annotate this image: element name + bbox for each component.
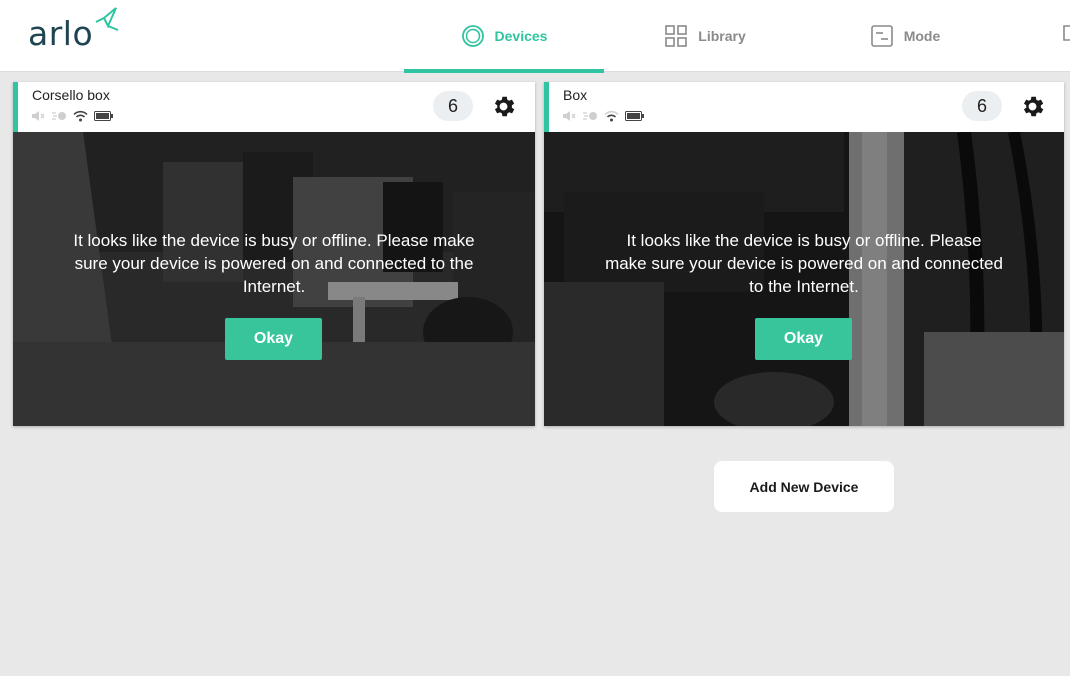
speaker-muted-icon	[32, 111, 45, 121]
battery-icon	[625, 111, 644, 121]
bird-logo-icon	[95, 7, 119, 31]
library-grid-icon	[665, 25, 688, 47]
tab-mode[interactable]: Mode	[850, 0, 960, 72]
settings-gear-icon[interactable]	[1019, 93, 1046, 120]
motion-icon	[52, 112, 66, 120]
wifi-icon	[604, 110, 619, 122]
okay-button[interactable]: Okay	[225, 318, 322, 360]
battery-icon	[94, 111, 113, 121]
camera-feed: It looks like the device is busy or offl…	[544, 132, 1064, 426]
offline-message: It looks like the device is busy or offl…	[73, 231, 475, 296]
device-count-badge[interactable]: 6	[433, 91, 473, 121]
device-card-header: Box 6	[544, 82, 1064, 132]
devices-icon	[461, 25, 484, 47]
tab-devices[interactable]: Devices	[404, 0, 604, 73]
wifi-icon	[73, 110, 88, 122]
device-card: Corsello box 6 It looks like the device …	[13, 82, 535, 426]
overflow-tab-icon[interactable]	[1060, 22, 1070, 44]
device-status-icons	[31, 109, 119, 123]
offline-message: It looks like the device is busy or offl…	[605, 231, 1003, 296]
tab-mode-label: Mode	[903, 28, 941, 44]
card-accent-bar	[13, 82, 18, 132]
arlo-logo[interactable]: arlo	[28, 6, 120, 53]
speaker-muted-icon	[563, 111, 576, 121]
top-navigation-bar: arlo Devices Library Mode	[0, 0, 1070, 73]
device-count-badge[interactable]: 6	[962, 91, 1002, 121]
device-status-icons	[562, 109, 650, 123]
add-new-device-button[interactable]: Add New Device	[714, 461, 894, 512]
logo-wordmark: arlo	[28, 14, 94, 53]
card-accent-bar	[544, 82, 549, 132]
device-name: Corsello box	[32, 87, 110, 103]
tab-library-label: Library	[698, 28, 746, 44]
okay-button[interactable]: Okay	[755, 318, 852, 360]
camera-feed: It looks like the device is busy or offl…	[13, 132, 535, 426]
device-card: Box 6 It looks like the device is busy o…	[544, 82, 1064, 426]
active-tab-indicator	[404, 69, 604, 73]
device-card-header: Corsello box 6	[13, 82, 535, 132]
motion-icon	[583, 112, 597, 120]
tab-devices-label: Devices	[494, 28, 548, 44]
mode-icon	[870, 25, 893, 47]
device-name: Box	[563, 87, 588, 103]
settings-gear-icon[interactable]	[490, 93, 517, 120]
tab-library[interactable]: Library	[640, 0, 770, 72]
